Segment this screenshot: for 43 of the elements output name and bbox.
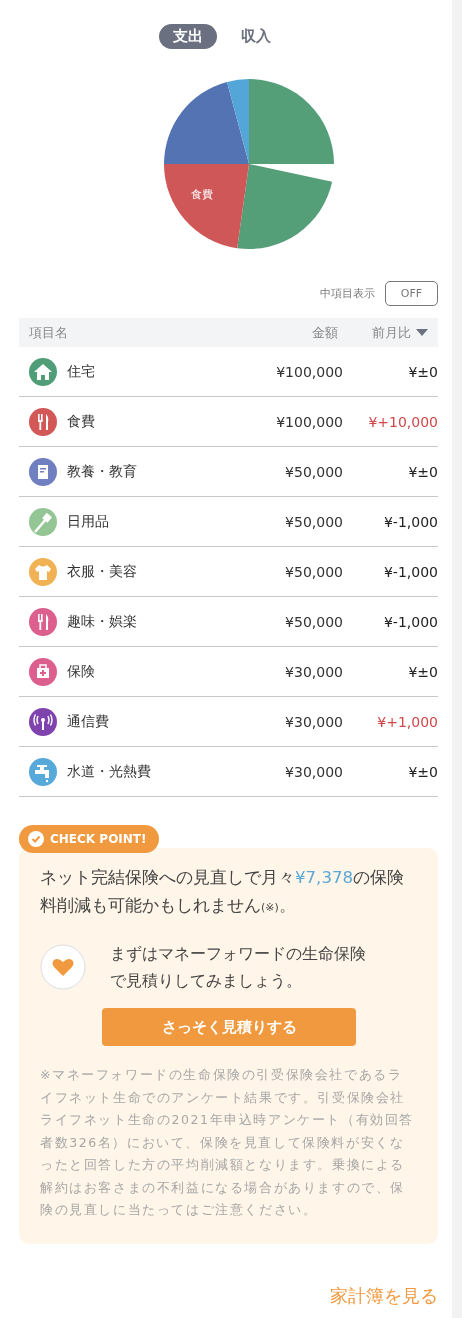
suggestion-text: まずはマネーフォワードの生命保険で見積りしてみましょう。 [110,943,367,992]
amount-cell-text: ¥30,000 [284,763,343,780]
badge-label: CHECK POINT! [50,832,147,846]
change-cell-text: ¥-1,000 [382,563,438,580]
change-cell-text: ¥-1,000 [382,513,438,530]
change-cell-text: ¥±0 [407,463,438,480]
amount-cell-text: ¥50,000 [284,563,343,580]
category-name: 趣味・娯楽 [67,612,138,631]
category-name: 食費 [67,412,96,431]
change-cell-text: ¥±0 [407,763,438,780]
column-header: 金額 [311,323,338,342]
household-book-link[interactable]: 家計簿を見る [330,1283,438,1308]
category-name: 通信費 [67,712,110,731]
change-cell-text: ¥±0 [407,663,438,680]
slice-label: 食費 [191,188,213,201]
amount-cell-text: ¥50,000 [284,463,343,480]
category-name: 保険 [67,662,96,681]
amount-cell-text: ¥30,000 [284,713,343,730]
column-header: 項目名 [29,323,69,342]
amount-cell-text: ¥50,000 [284,513,343,530]
savings-message: ネット完結保険への見直しで月々¥7,378の保険料削減も可能かもしれません(※)。 [40,867,406,917]
category-name: 教養・教育 [67,462,138,481]
amount-cell-text: ¥100,000 [275,413,343,430]
quote-button[interactable]: さっそく見積りする [102,1008,356,1046]
sort-caret-icon[interactable] [416,328,428,337]
category-name: 日用品 [67,512,110,531]
check-icon [28,831,44,847]
footnote-text: ※マネーフォワードの生命保険の引受保険会社であるライフネット生命でのアンケート結果です。引受保険会社ライフネット生命の2021年申込時アンケート（有効回答者数326名）において、保険を見直して保険料が安くなったと回答した方の平均削減額となります。乗換による解約はお客さまの不利益になる場合がありますので、保険の見直しに当たってはご注意ください。 [40,1066,415,1219]
change-cell-text: ¥±0 [407,363,438,380]
amount-cell-text: ¥50,000 [284,613,343,630]
change-cell-text: ¥-1,000 [382,613,438,630]
column-header[interactable]: 前月比 [372,323,411,342]
amount-cell-text: ¥30,000 [284,663,343,680]
category-name: 水道・光熱費 [67,762,152,781]
toggle-button[interactable]: OFF [385,281,438,306]
category-name: 衣服・美容 [67,562,138,581]
amount-cell-text: ¥100,000 [275,363,343,380]
category-name: 住宅 [67,362,96,381]
tab[interactable]: 支出 [158,24,217,49]
change-cell-text: ¥+1,000 [376,713,438,730]
tab[interactable]: 収入 [226,24,285,49]
change-cell-text: ¥+10,000 [367,413,438,430]
toggle-label: 中項目表示 [320,286,375,301]
